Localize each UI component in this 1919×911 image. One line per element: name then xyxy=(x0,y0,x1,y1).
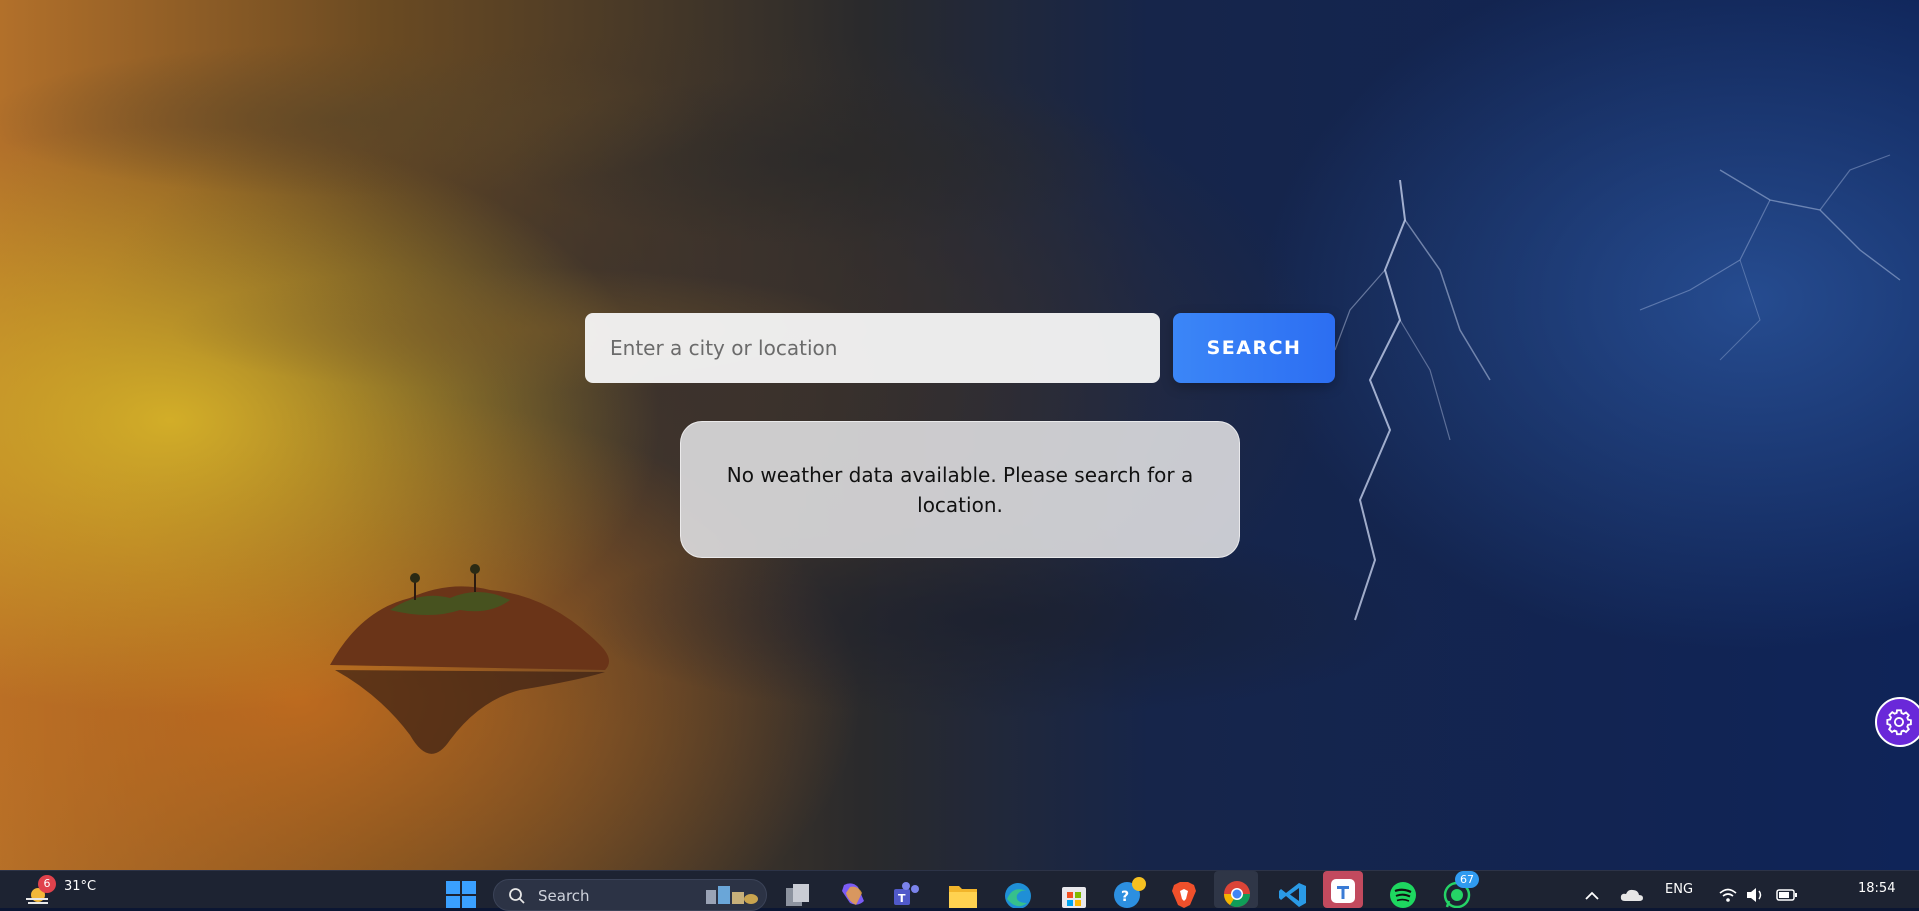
weather-temp: 31°C xyxy=(64,879,97,894)
search-button[interactable]: SEARCH xyxy=(1173,313,1335,383)
weather-badge: 6 xyxy=(38,875,56,893)
clock-time[interactable]: 18:54 xyxy=(1858,881,1895,896)
chrome-icon[interactable] xyxy=(1222,879,1252,908)
edge-icon[interactable] xyxy=(1003,881,1033,908)
lightning-branches-image xyxy=(1639,154,1901,361)
onedrive-cloud-icon[interactable] xyxy=(1620,888,1644,902)
taskbar-search-label: Search xyxy=(538,887,590,905)
svg-text:T: T xyxy=(898,892,906,905)
lightning-bolt-image xyxy=(1334,180,1491,621)
wifi-icon[interactable] xyxy=(1718,887,1738,903)
settings-button[interactable] xyxy=(1875,697,1919,747)
quick-assist-icon[interactable]: ? xyxy=(1112,875,1148,908)
location-search-input[interactable] xyxy=(585,313,1160,383)
teams-icon[interactable]: T xyxy=(892,881,922,908)
no-data-message: No weather data available. Please search… xyxy=(726,462,1194,517)
microsoft-store-icon[interactable] xyxy=(1059,881,1089,908)
search-bar: SEARCH xyxy=(585,313,1335,383)
search-highlight-icon xyxy=(706,886,758,904)
spotify-icon[interactable] xyxy=(1389,881,1417,908)
search-icon xyxy=(509,888,525,904)
vscode-icon[interactable] xyxy=(1279,881,1307,908)
svg-text:?: ? xyxy=(1121,889,1129,905)
taskbar-weather-widget[interactable]: 6 31°C xyxy=(24,875,134,908)
copilot-icon[interactable] xyxy=(838,881,868,908)
task-view-icon[interactable] xyxy=(785,883,811,908)
taskbar-search[interactable]: Search xyxy=(493,879,767,911)
gear-icon xyxy=(1886,709,1912,736)
windows-start-icon[interactable] xyxy=(446,881,476,908)
language-indicator[interactable]: ENG xyxy=(1665,882,1693,897)
no-data-card: No weather data available. Please search… xyxy=(680,421,1240,558)
whatsapp-badge: 67 xyxy=(1455,871,1479,888)
island-image xyxy=(330,564,609,754)
chevron-up-icon[interactable] xyxy=(1585,891,1599,901)
todo-app-icon[interactable] xyxy=(1329,877,1357,905)
file-explorer-icon[interactable] xyxy=(948,882,978,908)
brave-icon[interactable] xyxy=(1170,881,1198,908)
volume-icon[interactable] xyxy=(1745,887,1765,903)
battery-icon[interactable] xyxy=(1776,889,1798,901)
taskbar: 6 31°C Search T ? 67 ENG 18:54 xyxy=(0,870,1919,911)
